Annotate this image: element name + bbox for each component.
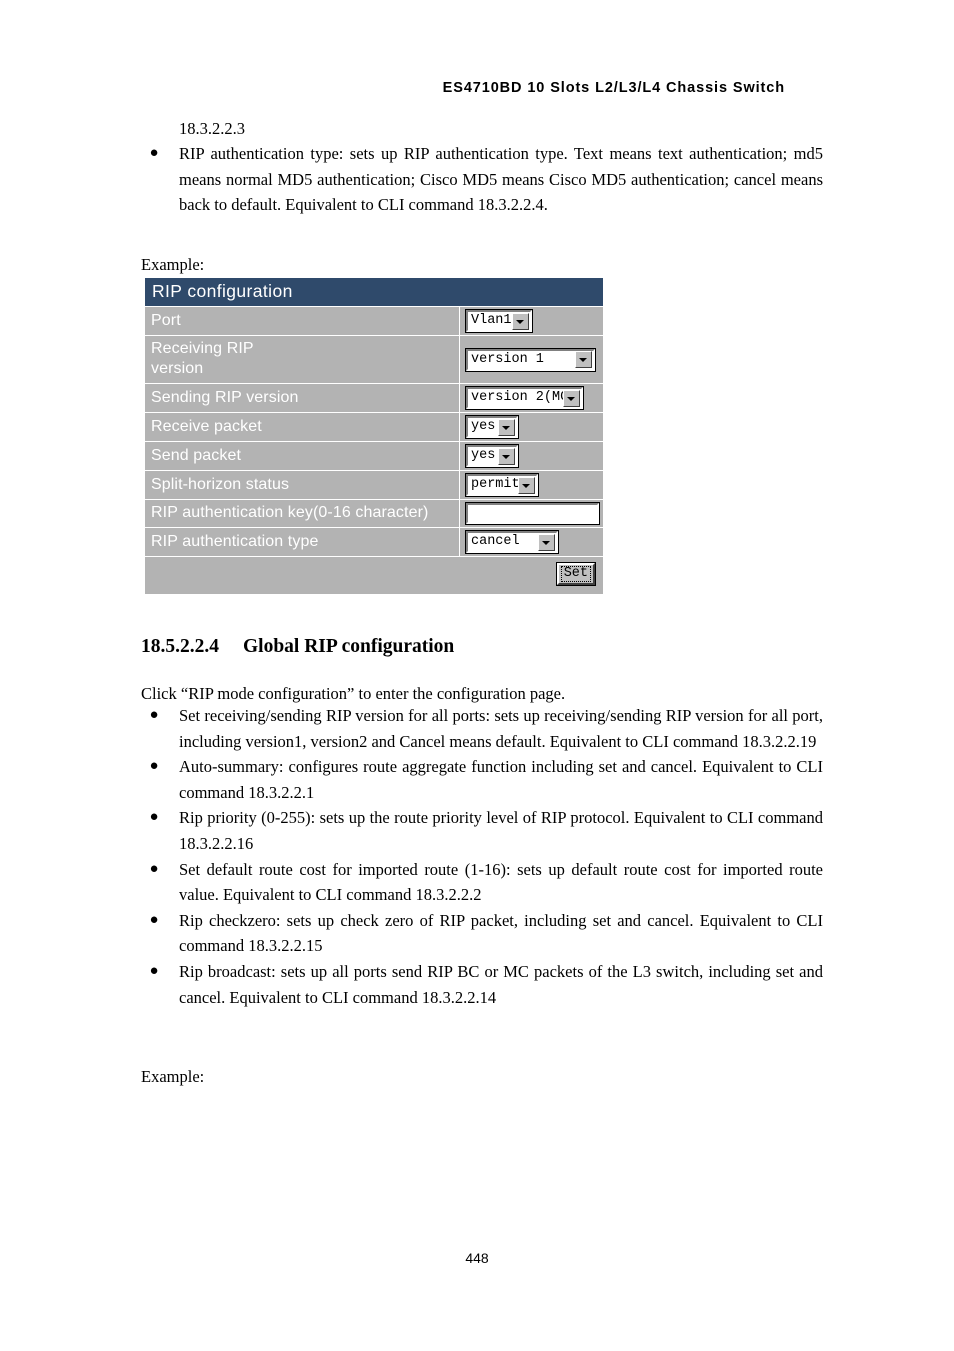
- rip-control-cell-split-horizon-status: permit: [459, 470, 603, 500]
- label-line-1: Receiving RIP: [151, 340, 254, 357]
- receive-packet-selected-value: yes: [471, 419, 496, 434]
- label-line-1: Sending RIP version: [151, 388, 299, 406]
- label-line-2: version: [151, 360, 204, 377]
- rip-row-rip-authentication-type: RIP authentication type cancel: [145, 527, 603, 557]
- rip-panel-title: RIP configuration: [145, 278, 603, 307]
- bullet-dot-icon: ●: [149, 911, 159, 928]
- chevron-down-icon[interactable]: [575, 351, 592, 368]
- rip-authentication-type-dropdown[interactable]: cancel: [465, 530, 559, 554]
- bullet-item-text-4: Rip checkzero: sets up check zero of RIP…: [179, 910, 823, 956]
- bullet-item-text-1: Auto-summary: configures route aggregate…: [179, 757, 823, 802]
- label-line-1: Receive packet: [151, 417, 262, 435]
- chevron-down-icon[interactable]: [498, 447, 515, 465]
- rip-control-cell-send-packet: yes: [459, 441, 603, 471]
- bullet-item-0: ● RIP authentication type: sets up RIP au…: [141, 141, 823, 218]
- example-label-top: Example:: [141, 255, 205, 274]
- bullet-dot-icon: ●: [149, 962, 159, 979]
- heading-text: Global RIP configuration: [243, 636, 455, 657]
- rip-row-sending-rip-version: Sending RIP version version 2(MC): [145, 383, 603, 413]
- bullet-item-4: ● Rip checkzero: sets up check zero of RI…: [141, 908, 823, 959]
- bullet-item-3: ● Set default route cost for imported rou…: [141, 857, 823, 908]
- set-button[interactable]: Set: [555, 562, 597, 586]
- rip-row-split-horizon-status: Split-horizon status permit: [145, 470, 603, 500]
- chevron-down-icon[interactable]: [512, 312, 529, 330]
- split-horizon-status-selected-value: permit: [471, 477, 518, 492]
- bullet-item-text-0: Set receiving/sending RIP version for al…: [179, 706, 823, 751]
- section-number-18-3-2-2-3: 18.3.2.2.3: [179, 119, 245, 138]
- rip-control-cell-receive-packet: yes: [459, 412, 603, 442]
- rip-label-rip-authentication-key: RIP authentication key(0-16 character): [145, 499, 460, 528]
- bullet-dot-icon: ●: [149, 758, 159, 775]
- label-line-1: RIP authentication type: [151, 532, 319, 550]
- rip-label-receiving-rip-version: Receiving RIP version: [145, 335, 460, 384]
- bullet-dot-icon: ●: [149, 809, 159, 826]
- bullet-item-text-3: Set default route cost for imported rout…: [179, 859, 823, 905]
- page-title: 18.5.2.2.4 Global RIP configuration: [141, 636, 454, 658]
- bullet-item-text-0: RIP authentication type: sets up RIP aut…: [179, 144, 823, 215]
- chevron-down-icon[interactable]: [518, 476, 535, 494]
- rip-label-sending-rip-version: Sending RIP version: [145, 383, 460, 413]
- rip-control-cell-sending-rip-version: version 2(MC): [459, 383, 603, 413]
- top-bullet-list: ● RIP authentication type: sets up RIP au…: [141, 141, 823, 218]
- document-page: ES4710BD 10 Slots L2/L3/L4 Chassis Switc…: [0, 0, 954, 1351]
- rip-label-port: Port: [145, 306, 460, 336]
- receive-packet-dropdown[interactable]: yes: [465, 415, 519, 439]
- rip-label-rip-authentication-type: RIP authentication type: [145, 527, 460, 557]
- rip-row-send-packet: Send packet yes: [145, 441, 603, 471]
- port-dropdown[interactable]: Vlan1: [465, 309, 533, 333]
- port-selected-value: Vlan1: [471, 313, 512, 328]
- receiving-rip-version-dropdown[interactable]: version 1: [465, 347, 596, 372]
- set-button-label: Set: [560, 566, 591, 582]
- sending-rip-version-selected-value: version 2(MC): [471, 390, 563, 405]
- bullet-item-text-2: Rip priority (0-255): sets up the route …: [179, 808, 823, 853]
- label-line-1: Send packet: [151, 446, 242, 464]
- rip-control-cell-rip-authentication-type: cancel: [459, 527, 603, 557]
- rip-panel-title-row: RIP configuration: [145, 278, 603, 307]
- running-header-title: ES4710BD 10 Slots L2/L3/L4 Chassis Switc…: [442, 80, 785, 96]
- rip-authentication-key-input[interactable]: [465, 502, 600, 525]
- sending-rip-version-dropdown[interactable]: version 2(MC): [465, 386, 584, 410]
- chevron-down-icon[interactable]: [563, 389, 580, 407]
- rip-control-cell-rip-authentication-key: [459, 499, 603, 528]
- rip-configuration-panel: RIP configuration Port Vlan1 Receiving RIP…: [145, 278, 603, 594]
- bullet-dot-icon: ●: [149, 860, 159, 877]
- chevron-down-icon[interactable]: [498, 418, 515, 436]
- bullet-item-text-5: Rip broadcast: sets up all ports send RI…: [179, 961, 823, 1007]
- rip-label-receive-packet: Receive packet: [145, 412, 460, 442]
- page-number-footer: 448: [465, 1250, 489, 1266]
- global-bullet-list: ● Set receiving/sending RIP version for a…: [141, 703, 823, 1010]
- bullet-dot-icon: ●: [149, 145, 159, 161]
- rip-label-send-packet: Send packet: [145, 441, 460, 471]
- bullet-dot-icon: ●: [149, 707, 159, 723]
- rip-panel-footer-row: Set: [145, 556, 603, 594]
- rip-row-receive-packet: Receive packet yes: [145, 412, 603, 442]
- example-label-bottom: Example:: [141, 1067, 205, 1086]
- rip-row-port: Port Vlan1: [145, 306, 603, 336]
- label-line-1: Port: [151, 311, 181, 329]
- send-packet-dropdown[interactable]: yes: [465, 444, 519, 468]
- bullet-item-1: ● Auto-summary: configures route aggregat…: [141, 754, 823, 805]
- heading-number: 18.5.2.2.4: [141, 636, 219, 657]
- rip-panel-footer-cell: Set: [145, 556, 603, 594]
- rip-control-cell-port: Vlan1: [459, 306, 603, 336]
- chevron-down-icon[interactable]: [538, 533, 555, 551]
- rip-row-receiving-rip-version: Receiving RIP version version 1: [145, 335, 603, 384]
- bullet-item-2: ● Rip priority (0-255): sets up the route…: [141, 805, 823, 856]
- label-line-1: RIP authentication key(0-16 character): [151, 504, 429, 521]
- rip-row-rip-authentication-key: RIP authentication key(0-16 character): [145, 499, 603, 528]
- rip-control-cell-receiving-rip-version: version 1: [459, 335, 603, 384]
- label-line-1: Split-horizon status: [151, 475, 290, 493]
- split-horizon-status-dropdown[interactable]: permit: [465, 473, 539, 497]
- send-packet-selected-value: yes: [471, 448, 496, 463]
- rip-label-split-horizon-status: Split-horizon status: [145, 470, 460, 500]
- bullet-item-0: ● Set receiving/sending RIP version for a…: [141, 703, 823, 754]
- rip-authentication-type-selected-value: cancel: [471, 534, 520, 549]
- bullet-item-5: ● Rip broadcast: sets up all ports send R…: [141, 959, 823, 1010]
- receiving-rip-version-selected-value: version 1: [471, 351, 544, 367]
